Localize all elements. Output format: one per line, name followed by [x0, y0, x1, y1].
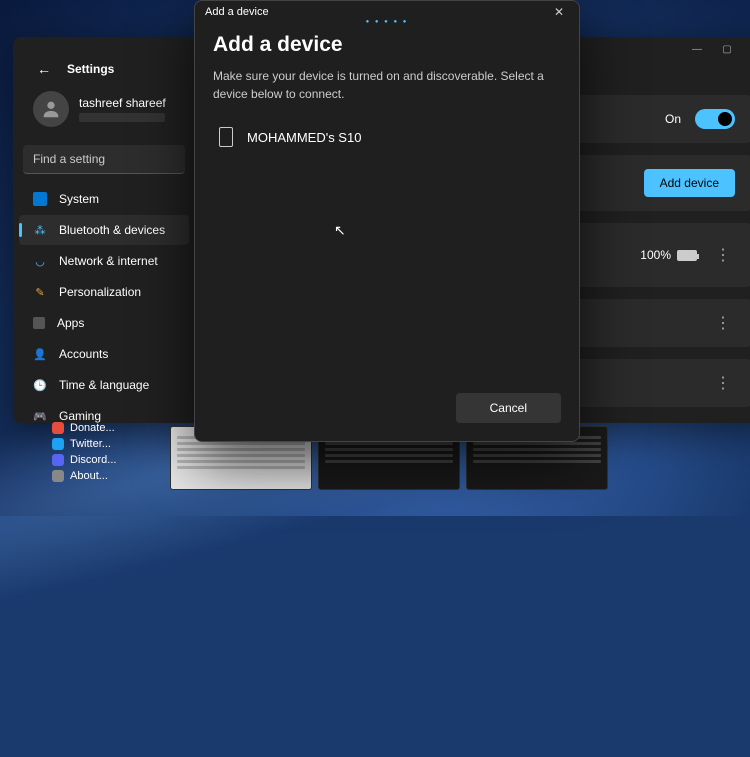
modal-footer: Cancel: [195, 381, 579, 441]
search-input[interactable]: Find a setting: [23, 145, 185, 174]
pinned-label: About...: [70, 470, 108, 482]
nav-apps[interactable]: Apps: [19, 308, 189, 338]
wifi-icon: ◡: [33, 254, 47, 268]
modal-body: Add a device Make sure your device is tu…: [195, 25, 579, 381]
nav-list: System ⁂ Bluetooth & devices ◡ Network & i…: [19, 184, 189, 423]
nav-label: System: [59, 192, 99, 206]
twitter-icon: [52, 438, 64, 450]
user-email-placeholder: [79, 113, 165, 122]
nav-label: Accounts: [59, 347, 108, 361]
pinned-about[interactable]: About...: [52, 468, 116, 484]
nav-time[interactable]: 🕒 Time & language: [19, 370, 189, 400]
system-icon: [33, 192, 47, 206]
pinned-discord[interactable]: Discord...: [52, 452, 116, 468]
nav-accounts[interactable]: 👤 Accounts: [19, 339, 189, 369]
back-arrow-icon[interactable]: ←: [37, 61, 51, 77]
bluetooth-icon: ⁂: [33, 223, 47, 237]
nav-label: Bluetooth & devices: [59, 223, 165, 237]
info-icon: [52, 470, 64, 482]
pinned-apps: Donate... Twitter... Discord... About...: [52, 420, 116, 484]
add-device-modal: Add a device ✕ ● ● ● ● ● Add a device Ma…: [194, 0, 580, 442]
modal-close-button[interactable]: ✕: [549, 5, 569, 19]
bluetooth-toggle[interactable]: [695, 109, 735, 129]
add-device-button[interactable]: Add device: [644, 169, 735, 197]
avatar: [33, 91, 69, 127]
heart-icon: [52, 422, 64, 434]
gaming-icon: 🎮: [33, 409, 47, 423]
accounts-icon: 👤: [33, 347, 47, 361]
pinned-label: Discord...: [70, 454, 116, 466]
battery-percent: 100%: [640, 248, 671, 262]
pinned-donate[interactable]: Donate...: [52, 420, 116, 436]
more-icon[interactable]: ⋮: [711, 373, 735, 393]
more-icon[interactable]: ⋮: [711, 313, 735, 333]
clock-icon: 🕒: [33, 378, 47, 392]
sidebar: tashreef shareef Find a setting System ⁂…: [13, 85, 195, 411]
pinned-twitter[interactable]: Twitter...: [52, 436, 116, 452]
cancel-button[interactable]: Cancel: [456, 393, 561, 423]
nav-system[interactable]: System: [19, 184, 189, 214]
modal-titlebar: Add a device ✕: [195, 1, 579, 21]
minimize-button[interactable]: —: [691, 43, 703, 55]
nav-personalization[interactable]: ✎ Personalization: [19, 277, 189, 307]
phone-icon: [219, 127, 233, 147]
pinned-label: Donate...: [70, 422, 115, 434]
settings-title: Settings: [67, 62, 114, 76]
device-name: MOHAMMED's S10: [247, 130, 361, 145]
battery-icon: [677, 250, 697, 261]
maximize-button[interactable]: ▢: [721, 43, 733, 55]
modal-heading: Add a device: [213, 33, 561, 57]
device-item[interactable]: MOHAMMED's S10: [213, 119, 561, 155]
nav-network[interactable]: ◡ Network & internet: [19, 246, 189, 276]
battery-status: 100%: [640, 248, 697, 262]
more-icon[interactable]: ⋮: [711, 245, 735, 265]
username: tashreef shareef: [79, 96, 166, 110]
modal-subtitle: Make sure your device is turned on and d…: [213, 67, 561, 103]
nav-label: Apps: [57, 316, 84, 330]
discord-icon: [52, 454, 64, 466]
user-profile[interactable]: tashreef shareef: [19, 85, 189, 139]
brush-icon: ✎: [33, 285, 47, 299]
nav-bluetooth[interactable]: ⁂ Bluetooth & devices: [19, 215, 189, 245]
toggle-label: On: [665, 112, 681, 126]
pinned-label: Twitter...: [70, 438, 111, 450]
nav-label: Time & language: [59, 378, 149, 392]
nav-label: Network & internet: [59, 254, 158, 268]
nav-label: Personalization: [59, 285, 141, 299]
apps-icon: [33, 317, 45, 329]
modal-titlebar-text: Add a device: [205, 6, 549, 18]
